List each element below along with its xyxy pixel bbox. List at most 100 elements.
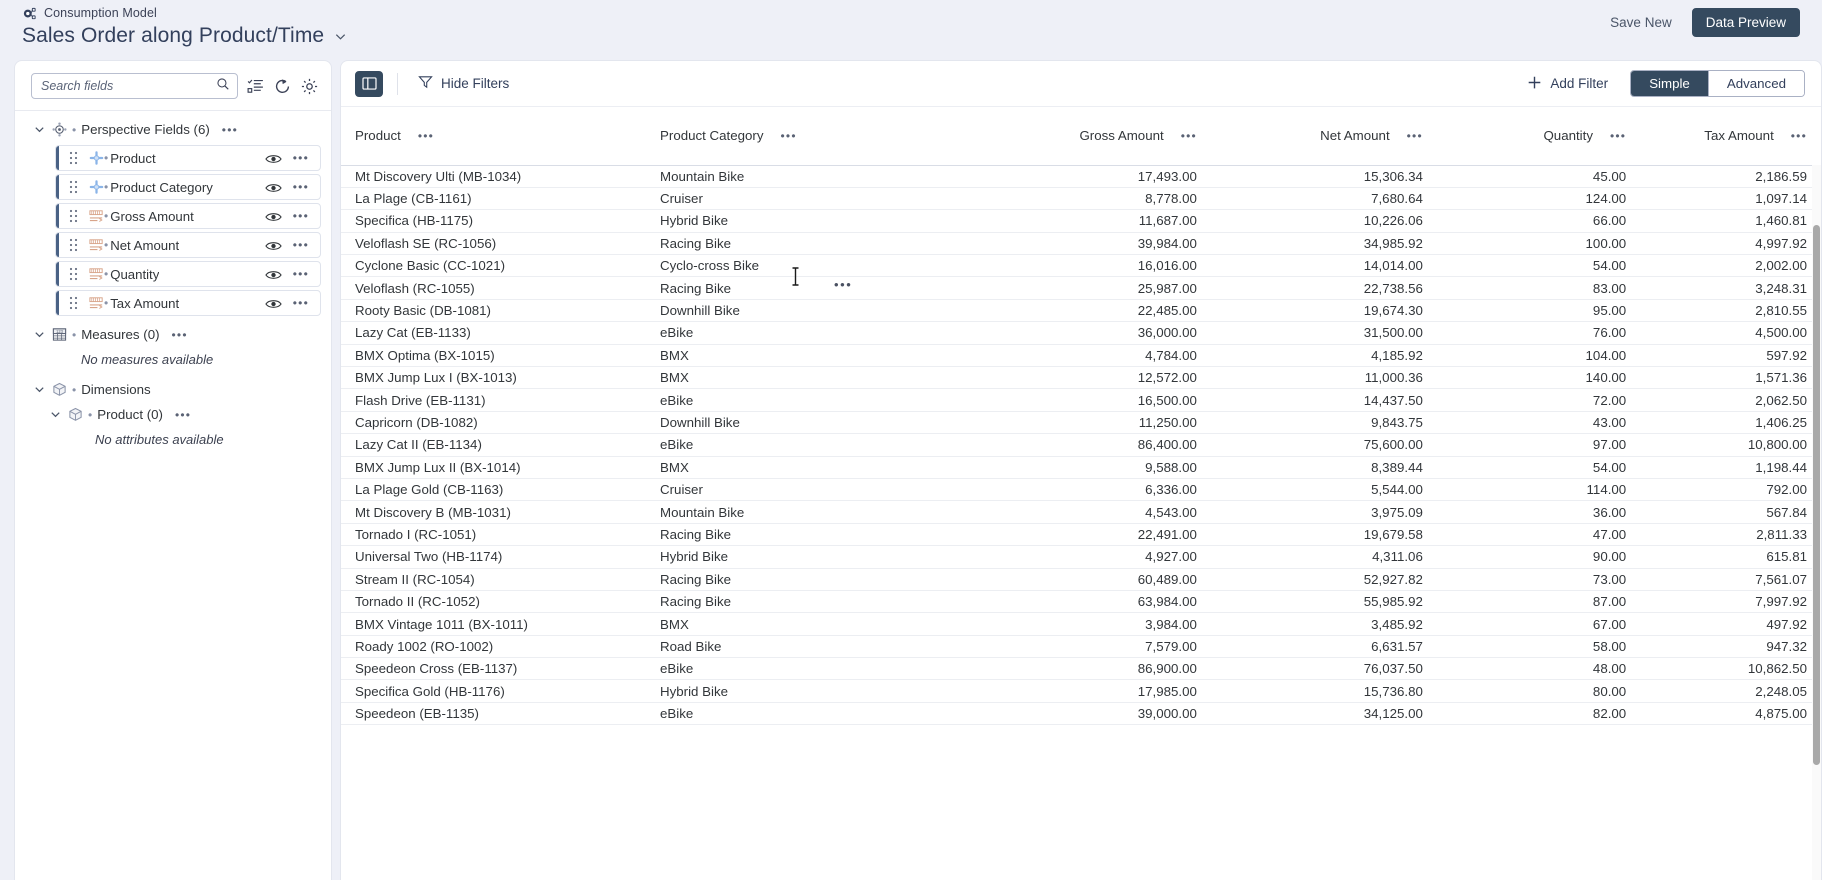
chevron-down-icon[interactable] [334,30,347,43]
table-row[interactable]: Lazy Cat II (EB-1134)eBike86,400.0075,60… [341,434,1821,456]
field-row-net-amount[interactable]: • Net Amount ••• [55,232,321,258]
table-row[interactable]: Tornado II (RC-1052)Racing Bike63,984.00… [341,590,1821,612]
page-title-row[interactable]: Sales Order along Product/Time [22,24,347,48]
gear-icon[interactable] [300,77,319,96]
column-overflow-menu[interactable]: ••• [781,129,797,143]
table-row[interactable]: Capricorn (DB-1082)Downhill Bike11,250.0… [341,411,1821,433]
table-row[interactable]: BMX Vintage 1011 (BX-1011)BMX3,984.003,4… [341,613,1821,635]
table-row[interactable]: Roady 1002 (RO-1002)Road Bike7,579.006,6… [341,635,1821,657]
tree-node-product-dimension[interactable]: • Product (0) ••• [15,402,331,427]
table-cell: 140.00 [1437,367,1640,389]
hide-filters-button[interactable]: Hide Filters [412,70,515,97]
table-row[interactable]: Mt Discovery B (MB-1031)Mountain Bike4,5… [341,501,1821,523]
field-overflow-menu[interactable]: ••• [293,151,309,165]
field-overflow-menu[interactable]: ••• [293,209,309,223]
table-cell: Stream II (RC-1054) [341,568,646,590]
group-overflow-menu[interactable]: ••• [172,328,188,342]
add-filter-button[interactable]: Add Filter [1521,70,1614,98]
column-header-product-category[interactable]: Product Category ••• [646,107,985,165]
table-scrollbar-track[interactable] [1812,165,1821,880]
tree-group-perspective-fields[interactable]: • Perspective Fields (6) ••• [15,117,331,142]
column-header-product[interactable]: Product ••• [341,107,646,165]
row-hover-overflow-menu[interactable]: ••• [834,277,852,292]
checklist-icon[interactable] [246,77,265,96]
table-row[interactable]: Specifica (HB-1175)Hybrid Bike11,687.001… [341,210,1821,232]
table-cell: 9,843.75 [1211,411,1437,433]
table-row[interactable]: BMX Optima (BX-1015)BMX4,784.004,185.921… [341,344,1821,366]
field-overflow-menu[interactable]: ••• [293,267,309,281]
visibility-eye-icon[interactable] [265,152,282,164]
visibility-eye-icon[interactable] [265,268,282,280]
column-overflow-menu[interactable]: ••• [418,129,434,143]
save-new-button[interactable]: Save New [1608,11,1674,34]
chevron-down-icon[interactable] [33,383,46,396]
column-overflow-menu[interactable]: ••• [1181,129,1197,143]
table-row[interactable]: Cyclone Basic (CC-1021)Cyclo-cross Bike1… [341,255,1821,277]
visibility-eye-icon[interactable] [265,239,282,251]
refresh-icon[interactable] [273,77,292,96]
visibility-eye-icon[interactable] [265,181,282,193]
field-overflow-menu[interactable]: ••• [293,296,309,310]
table-row[interactable]: Lazy Cat (EB-1133)eBike36,000.0031,500.0… [341,322,1821,344]
column-overflow-menu[interactable]: ••• [1407,129,1423,143]
table-row[interactable]: Rooty Basic (DB-1081)Downhill Bike22,485… [341,299,1821,321]
field-row-product-category[interactable]: • Product Category ••• [55,174,321,200]
drag-handle-icon[interactable] [69,296,78,310]
chevron-down-icon[interactable] [33,328,46,341]
table-scrollbar-thumb[interactable] [1813,225,1820,765]
field-row-tax-amount[interactable]: • Tax Amount ••• [55,290,321,316]
tree-group-dimensions[interactable]: • Dimensions [15,377,331,402]
column-overflow-menu[interactable]: ••• [1610,129,1626,143]
chevron-down-icon[interactable] [33,123,46,136]
table-cell: 6,631.57 [1211,635,1437,657]
field-overflow-menu[interactable]: ••• [293,180,309,194]
visibility-eye-icon[interactable] [265,297,282,309]
table-cell: 63,984.00 [985,590,1211,612]
table-cell: 12,572.00 [985,367,1211,389]
group-overflow-menu[interactable]: ••• [222,123,238,137]
table-row[interactable]: BMX Jump Lux I (BX-1013)BMX12,572.0011,0… [341,367,1821,389]
field-row-gross-amount[interactable]: • Gross Amount ••• [55,203,321,229]
column-header-tax-amount[interactable]: Tax Amount ••• [1640,107,1821,165]
table-row[interactable]: BMX Jump Lux II (BX-1014)BMX9,588.008,38… [341,456,1821,478]
table-row[interactable]: Speedeon (EB-1135)eBike39,000.0034,125.0… [341,702,1821,724]
table-row[interactable]: Stream II (RC-1054)Racing Bike60,489.005… [341,568,1821,590]
drag-handle-icon[interactable] [69,267,78,281]
table-cell: 4,500.00 [1640,322,1821,344]
measure-field-icon [88,296,105,310]
table-row[interactable]: Flash Drive (EB-1131)eBike16,500.0014,43… [341,389,1821,411]
tab-simple[interactable]: Simple [1631,71,1708,96]
drag-handle-icon[interactable] [69,209,78,223]
field-row-product[interactable]: • Product ••• [55,145,321,171]
table-row[interactable]: La Plage Gold (CB-1163)Cruiser6,336.005,… [341,478,1821,500]
tree-group-measures[interactable]: 123 • Measures (0) ••• [15,322,331,347]
visibility-eye-icon[interactable] [265,210,282,222]
table-row[interactable]: Veloflash SE (RC-1056)Racing Bike39,984.… [341,232,1821,254]
column-header-gross-amount[interactable]: Gross Amount ••• [985,107,1211,165]
drag-handle-icon[interactable] [69,151,78,165]
column-overflow-menu[interactable]: ••• [1791,129,1807,143]
search-input[interactable] [41,79,216,93]
tab-advanced[interactable]: Advanced [1708,71,1804,96]
table-row[interactable]: Mt Discovery Ulti (MB-1034)Mountain Bike… [341,165,1821,187]
chevron-down-icon[interactable] [49,408,62,421]
column-header-quantity[interactable]: Quantity ••• [1437,107,1640,165]
table-row[interactable]: Speedeon Cross (EB-1137)eBike86,900.0076… [341,658,1821,680]
table-cell: 3,485.92 [1211,613,1437,635]
table-row[interactable]: Tornado I (RC-1051)Racing Bike22,491.001… [341,523,1821,545]
field-overflow-menu[interactable]: ••• [293,238,309,252]
table-row[interactable]: Specifica Gold (HB-1176)Hybrid Bike17,98… [341,680,1821,702]
data-preview-button[interactable]: Data Preview [1692,8,1800,37]
search-icon[interactable] [216,77,230,96]
table-row[interactable]: La Plage (CB-1161)Cruiser8,778.007,680.6… [341,187,1821,209]
table-cell: 2,810.55 [1640,299,1821,321]
table-row[interactable]: Veloflash (RC-1055)Racing Bike25,987.002… [341,277,1821,299]
field-row-quantity[interactable]: • Quantity ••• [55,261,321,287]
drag-handle-icon[interactable] [69,180,78,194]
node-overflow-menu[interactable]: ••• [175,408,191,422]
panel-toggle-button[interactable] [355,71,383,97]
table-row[interactable]: Universal Two (HB-1174)Hybrid Bike4,927.… [341,546,1821,568]
drag-handle-icon[interactable] [69,238,78,252]
search-fields-box[interactable] [31,73,238,99]
column-header-net-amount[interactable]: Net Amount ••• [1211,107,1437,165]
